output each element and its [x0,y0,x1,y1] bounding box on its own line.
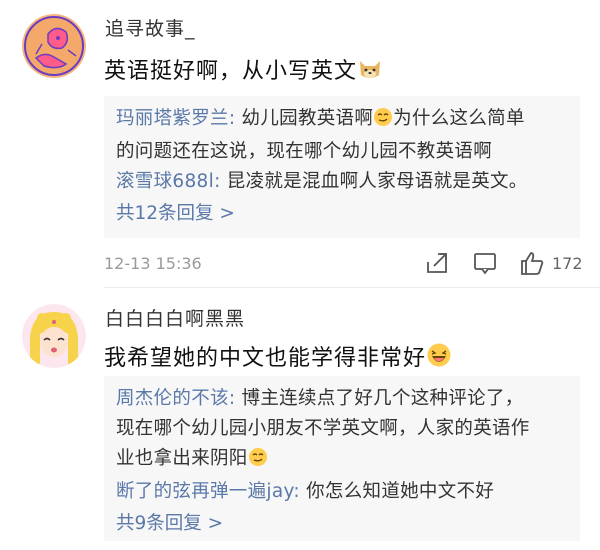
reply-box: 周杰伦的不该: 博主连续点了好几个这种评论了， 现在哪个幼儿园小朋友不学英文啊，… [104,376,580,541]
avatar[interactable] [22,304,86,368]
reply-text: 你怎么知道她中文不好 [306,481,495,502]
doge-emoji-icon [357,57,383,87]
more-replies-link[interactable]: 共9条回复 > [116,509,568,539]
reply-text-line2: 现在哪个幼儿园小朋友不学英文啊，人家的英语作 [116,418,530,439]
comment-body: 我希望她的中文也能学得非常好 [104,346,427,371]
reply-author[interactable]: 周杰伦的不该 [116,388,229,409]
username[interactable]: 追寻故事_ [105,14,196,41]
like-icon[interactable] [518,250,546,280]
reply-item: 滚雪球688l: 昆凌就是混血啊人家母语就是英文。 [116,171,528,192]
reply-text: 幼儿园教英语啊 [241,108,374,129]
comment-item: 追寻故事_ 英语挺好啊，从小写英文 玛丽塔紫罗兰: 幼儿园教英语啊 为什么这么简单… [0,0,600,288]
avatar[interactable] [22,14,86,78]
comment-text: 英语挺好啊，从小写英文 [104,53,383,87]
smirk-emoji-icon [373,107,393,137]
comment-icon[interactable] [472,250,498,280]
timestamp: 12-13 15:36 [104,254,202,273]
more-replies-link[interactable]: 共12条回复 > [116,199,568,229]
reply-text-line3: 业也拿出来阴阳 [116,448,248,469]
comment-meta: 12-13 15:36 172 [104,250,583,280]
reply-text-line2: 的问题还在这说，现在哪个幼儿园不教英语啊 [116,141,493,162]
reply-text: 昆凌就是混血啊人家母语就是英文。 [226,171,528,192]
reply-text-cont: 为什么这么简单 [393,108,525,129]
reply-author[interactable]: 断了的弦再弹一遍jay [116,481,293,502]
smirk-emoji-icon [248,447,268,477]
like-count: 172 [552,254,583,273]
reply-author[interactable]: 滚雪球688l [116,171,214,192]
share-icon[interactable] [424,250,450,280]
username[interactable]: 白白白白啊黑黑 [105,304,245,331]
laugh-emoji-icon [426,342,452,374]
reply-item: 周杰伦的不该: 博主连续点了好几个这种评论了， 现在哪个幼儿园小朋友不学英文啊，… [116,384,568,477]
reply-item: 断了的弦再弹一遍jay: 你怎么知道她中文不好 [116,481,495,502]
reply-item: 玛丽塔紫罗兰: 幼儿园教英语啊 为什么这么简单 的问题还在这说，现在哪个幼儿园不教… [116,107,525,162]
reply-text: 博主连续点了好几个这种评论了， [241,388,524,409]
comment-item: 白白白白啊黑黑 我希望她的中文也能学得非常好 周杰伦的不该: 博主连续点了好几个… [0,288,600,550]
reply-box: 玛丽塔紫罗兰: 幼儿园教英语啊 为什么这么简单 的问题还在这说，现在哪个幼儿园不教… [104,96,580,238]
comment-body: 英语挺好啊，从小写英文 [104,59,358,84]
comment-text: 我希望她的中文也能学得非常好 [104,340,452,374]
reply-author[interactable]: 玛丽塔紫罗兰 [116,108,229,129]
